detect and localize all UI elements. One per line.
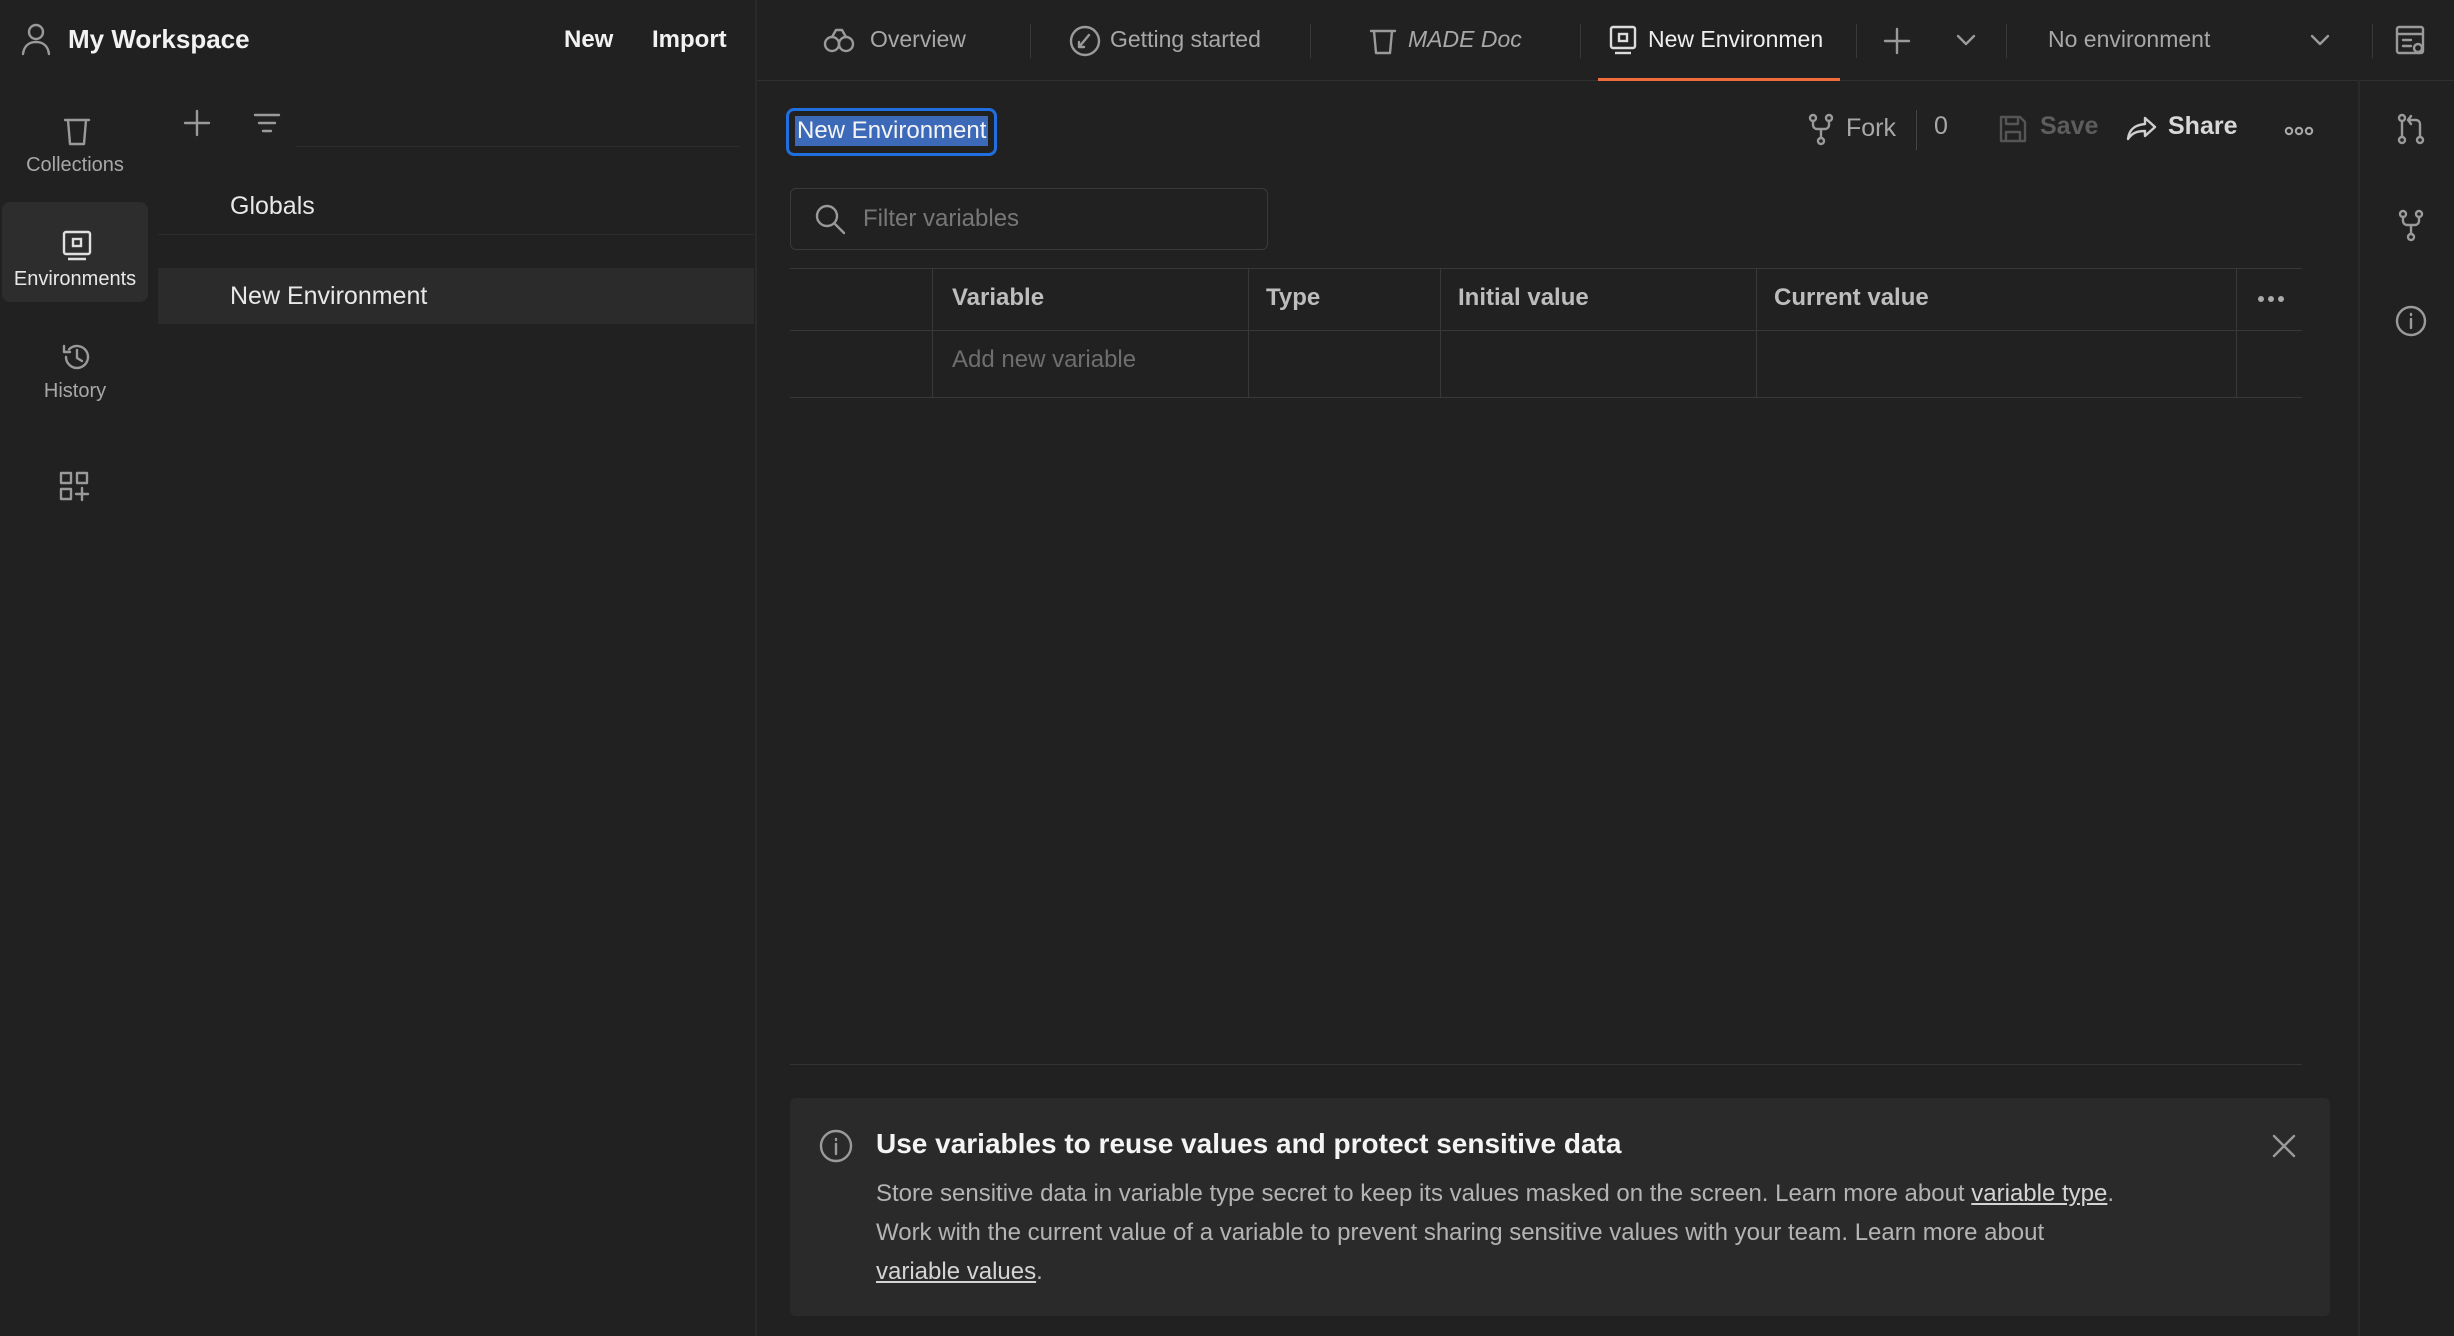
share-label: Share bbox=[2168, 112, 2238, 140]
filter-variables-input[interactable]: Filter variables bbox=[790, 188, 1268, 250]
sidebar-item-label: Environments bbox=[13, 268, 137, 290]
info-icon bbox=[819, 1129, 853, 1163]
add-apps-icon[interactable] bbox=[58, 470, 92, 504]
environment-name-selected-text: New Environment bbox=[795, 116, 989, 146]
tab-label: New Environmen bbox=[1648, 26, 1824, 52]
rocket-icon bbox=[1069, 25, 1101, 57]
column-header-variable: Variable bbox=[952, 284, 1045, 311]
tab-label: MADE Doc bbox=[1408, 26, 1522, 52]
chevron-down-icon[interactable] bbox=[1954, 30, 1978, 50]
new-button[interactable]: New bbox=[548, 14, 629, 66]
list-item-label: Globals bbox=[230, 192, 315, 220]
pull-request-icon[interactable] bbox=[2394, 112, 2428, 146]
search-icon bbox=[815, 204, 846, 235]
add-environment-icon[interactable] bbox=[182, 108, 212, 138]
environment-quick-look-icon[interactable] bbox=[2394, 24, 2428, 58]
panel-divider[interactable] bbox=[755, 0, 757, 1336]
banner-title: Use variables to reuse values and protec… bbox=[876, 1128, 1622, 1159]
fork-count[interactable]: 0 bbox=[1934, 112, 1948, 141]
banner-body: Store sensitive data in variable type se… bbox=[876, 1180, 2115, 1285]
table-bottom-divider bbox=[790, 1064, 2302, 1065]
variable-type-link[interactable]: variable type bbox=[1971, 1180, 2107, 1207]
tab-separator bbox=[2006, 24, 2007, 58]
info-banner: Use variables to reuse values and protec… bbox=[790, 1098, 2330, 1316]
sidebar-item-label: History bbox=[43, 380, 107, 402]
add-tab-icon[interactable] bbox=[1882, 26, 1912, 56]
fork-label: Fork bbox=[1846, 114, 1896, 142]
tab-separator bbox=[2372, 24, 2373, 58]
trash-can-icon bbox=[1369, 29, 1397, 55]
info-icon[interactable] bbox=[2394, 304, 2428, 338]
list-item-globals[interactable]: Globals bbox=[158, 178, 754, 235]
variables-table: Variable Type Initial value Current valu… bbox=[790, 268, 2302, 398]
fork-icon bbox=[1808, 113, 1834, 146]
tab-separator bbox=[1030, 24, 1031, 58]
trash-can-icon bbox=[63, 118, 91, 146]
table-more-options-icon[interactable] bbox=[2256, 294, 2286, 304]
workspace-header: My Workspace New Import bbox=[0, 0, 756, 80]
tab-made-doc[interactable]: MADE Doc bbox=[1368, 0, 1548, 80]
tab-separator bbox=[1856, 24, 1857, 58]
fork-divider bbox=[1916, 110, 1917, 150]
list-item-new-environment[interactable]: New Environment bbox=[158, 268, 754, 324]
sidebar-item-label: Collections bbox=[26, 154, 124, 176]
workspace-title[interactable]: My Workspace bbox=[68, 24, 250, 55]
tab-separator bbox=[1580, 24, 1581, 58]
column-header-initial-value: Initial value bbox=[1458, 284, 1589, 311]
column-header-type: Type bbox=[1266, 284, 1321, 311]
tab-overview[interactable]: Overview bbox=[822, 0, 1022, 80]
right-panel-divider bbox=[2358, 80, 2360, 1336]
sidebar-item-history[interactable]: History bbox=[2, 314, 148, 414]
environment-icon bbox=[1609, 25, 1637, 55]
environment-selector[interactable]: No environment bbox=[2020, 0, 2350, 80]
chevron-down-icon bbox=[2310, 34, 2330, 46]
tab-label: Getting started bbox=[1110, 26, 1261, 52]
overview-icon bbox=[823, 28, 855, 53]
tab-label: Overview bbox=[870, 26, 966, 52]
save-icon bbox=[1999, 115, 2027, 143]
variable-values-link[interactable]: variable values bbox=[876, 1258, 1036, 1285]
add-new-variable-input[interactable]: Add new variable bbox=[952, 346, 1136, 374]
banner-text-line2: Work with the current value of a variabl… bbox=[876, 1219, 2045, 1246]
active-tab-indicator bbox=[1598, 78, 1840, 81]
save-label: Save bbox=[2040, 112, 2099, 140]
history-icon bbox=[62, 344, 90, 370]
tab-new-environment[interactable]: New Environmen bbox=[1608, 0, 1840, 80]
list-item-label: New Environment bbox=[230, 282, 428, 310]
more-options-icon[interactable] bbox=[2284, 126, 2314, 136]
environment-icon bbox=[62, 230, 92, 261]
tab-getting-started[interactable]: Getting started bbox=[1068, 0, 1278, 80]
close-icon[interactable] bbox=[2270, 1132, 2298, 1160]
sidebar-item-environments[interactable]: Environments bbox=[2, 202, 148, 302]
environment-name-input[interactable]: New Environment bbox=[786, 108, 998, 156]
environment-selector-value: No environment bbox=[2048, 26, 2211, 52]
share-icon bbox=[2126, 116, 2157, 141]
user-icon[interactable] bbox=[20, 22, 52, 56]
fork-icon[interactable] bbox=[2394, 208, 2428, 242]
filter-placeholder: Filter variables bbox=[863, 205, 1020, 232]
tab-separator bbox=[1310, 24, 1311, 58]
filter-icon[interactable] bbox=[252, 108, 282, 138]
banner-text-line1: Store sensitive data in variable type se… bbox=[876, 1180, 1972, 1207]
sidebar-item-collections[interactable]: Collections bbox=[2, 88, 148, 188]
import-button[interactable]: Import bbox=[636, 14, 743, 66]
environment-search-input[interactable] bbox=[296, 96, 740, 147]
column-header-current-value: Current value bbox=[1774, 284, 1929, 311]
